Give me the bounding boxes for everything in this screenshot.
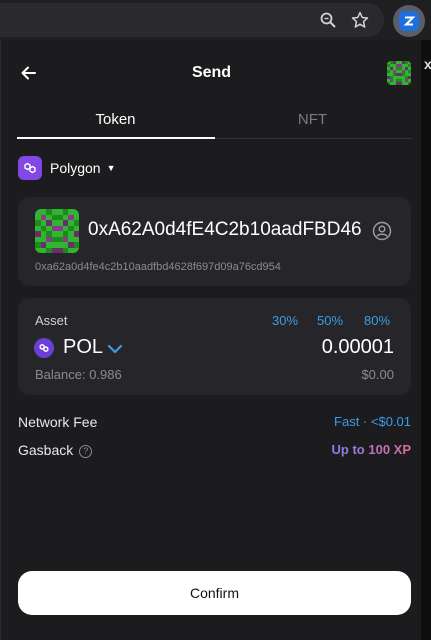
page-title: Send: [191, 64, 232, 81]
gasback-row: Gasback? Up to 100 XP: [18, 442, 411, 462]
page-background-edge: [421, 40, 431, 640]
recipient-card[interactable]: 0xA62A0d4fE4C2b10aadFBD4628f697d09a76cd9…: [18, 197, 411, 286]
percent-80-button[interactable]: 80%: [364, 313, 390, 328]
caret-down-icon: ▼: [106, 163, 116, 173]
wallet-popup: Send Token NFT Polygon ▼ 0xA62A0d4fE4C2b…: [0, 40, 421, 640]
help-icon[interactable]: ?: [79, 445, 93, 458]
fiat-value: $0.00: [361, 367, 394, 382]
tab-token[interactable]: Token: [17, 111, 214, 128]
avatar-pattern: [387, 61, 411, 85]
header: Send: [1, 40, 422, 106]
confirm-button[interactable]: Confirm: [18, 571, 411, 615]
zoom-icon[interactable]: [318, 10, 338, 30]
network-fee-label: Network Fee: [18, 414, 98, 430]
active-tab-indicator: [17, 137, 215, 139]
star-icon[interactable]: [350, 10, 370, 30]
network-label: Polygon: [50, 160, 101, 176]
amount-input[interactable]: 0.00001: [322, 336, 394, 359]
asset-card: Asset 30% 50% 80% POL 0.00001 Balance: 0…: [18, 298, 411, 395]
browser-toolbar: [0, 0, 431, 40]
token-selector[interactable]: POL: [63, 336, 103, 359]
account-avatar[interactable]: [387, 61, 411, 85]
user-icon[interactable]: [372, 221, 392, 241]
gasback-label-wrap: Gasback?: [18, 442, 93, 458]
extension-icon: [399, 11, 419, 31]
percent-30-button[interactable]: 30%: [272, 313, 298, 328]
gasback-label: Gasback: [18, 442, 74, 458]
pol-token-icon: [34, 338, 54, 358]
polygon-icon: [18, 156, 42, 180]
gasback-value: Up to 100 XP: [331, 442, 411, 457]
close-icon[interactable]: x: [424, 56, 431, 72]
chevron-down-icon[interactable]: [106, 340, 124, 358]
tab-nft[interactable]: NFT: [214, 111, 411, 128]
network-fee-row: Network Fee Fast · <$0.01: [18, 414, 411, 434]
recipient-avatar: [35, 209, 79, 253]
avatar-pattern: [35, 209, 79, 253]
balance-text: Balance: 0.986: [35, 367, 122, 382]
asset-label: Asset: [35, 313, 68, 328]
recipient-address[interactable]: 0xA62A0d4fE4C2b10aadFBD4628f697d09a76cd9…: [88, 219, 362, 241]
percent-50-button[interactable]: 50%: [317, 313, 343, 328]
network-fee-value[interactable]: Fast · <$0.01: [334, 414, 411, 429]
tab-bar: Token NFT: [17, 106, 412, 139]
recipient-full-address: 0xa62a0d4fe4c2b10aadfbd4628f697d09a76cd9…: [35, 261, 281, 273]
network-selector[interactable]: Polygon ▼: [18, 156, 116, 180]
extension-button[interactable]: [393, 5, 425, 37]
